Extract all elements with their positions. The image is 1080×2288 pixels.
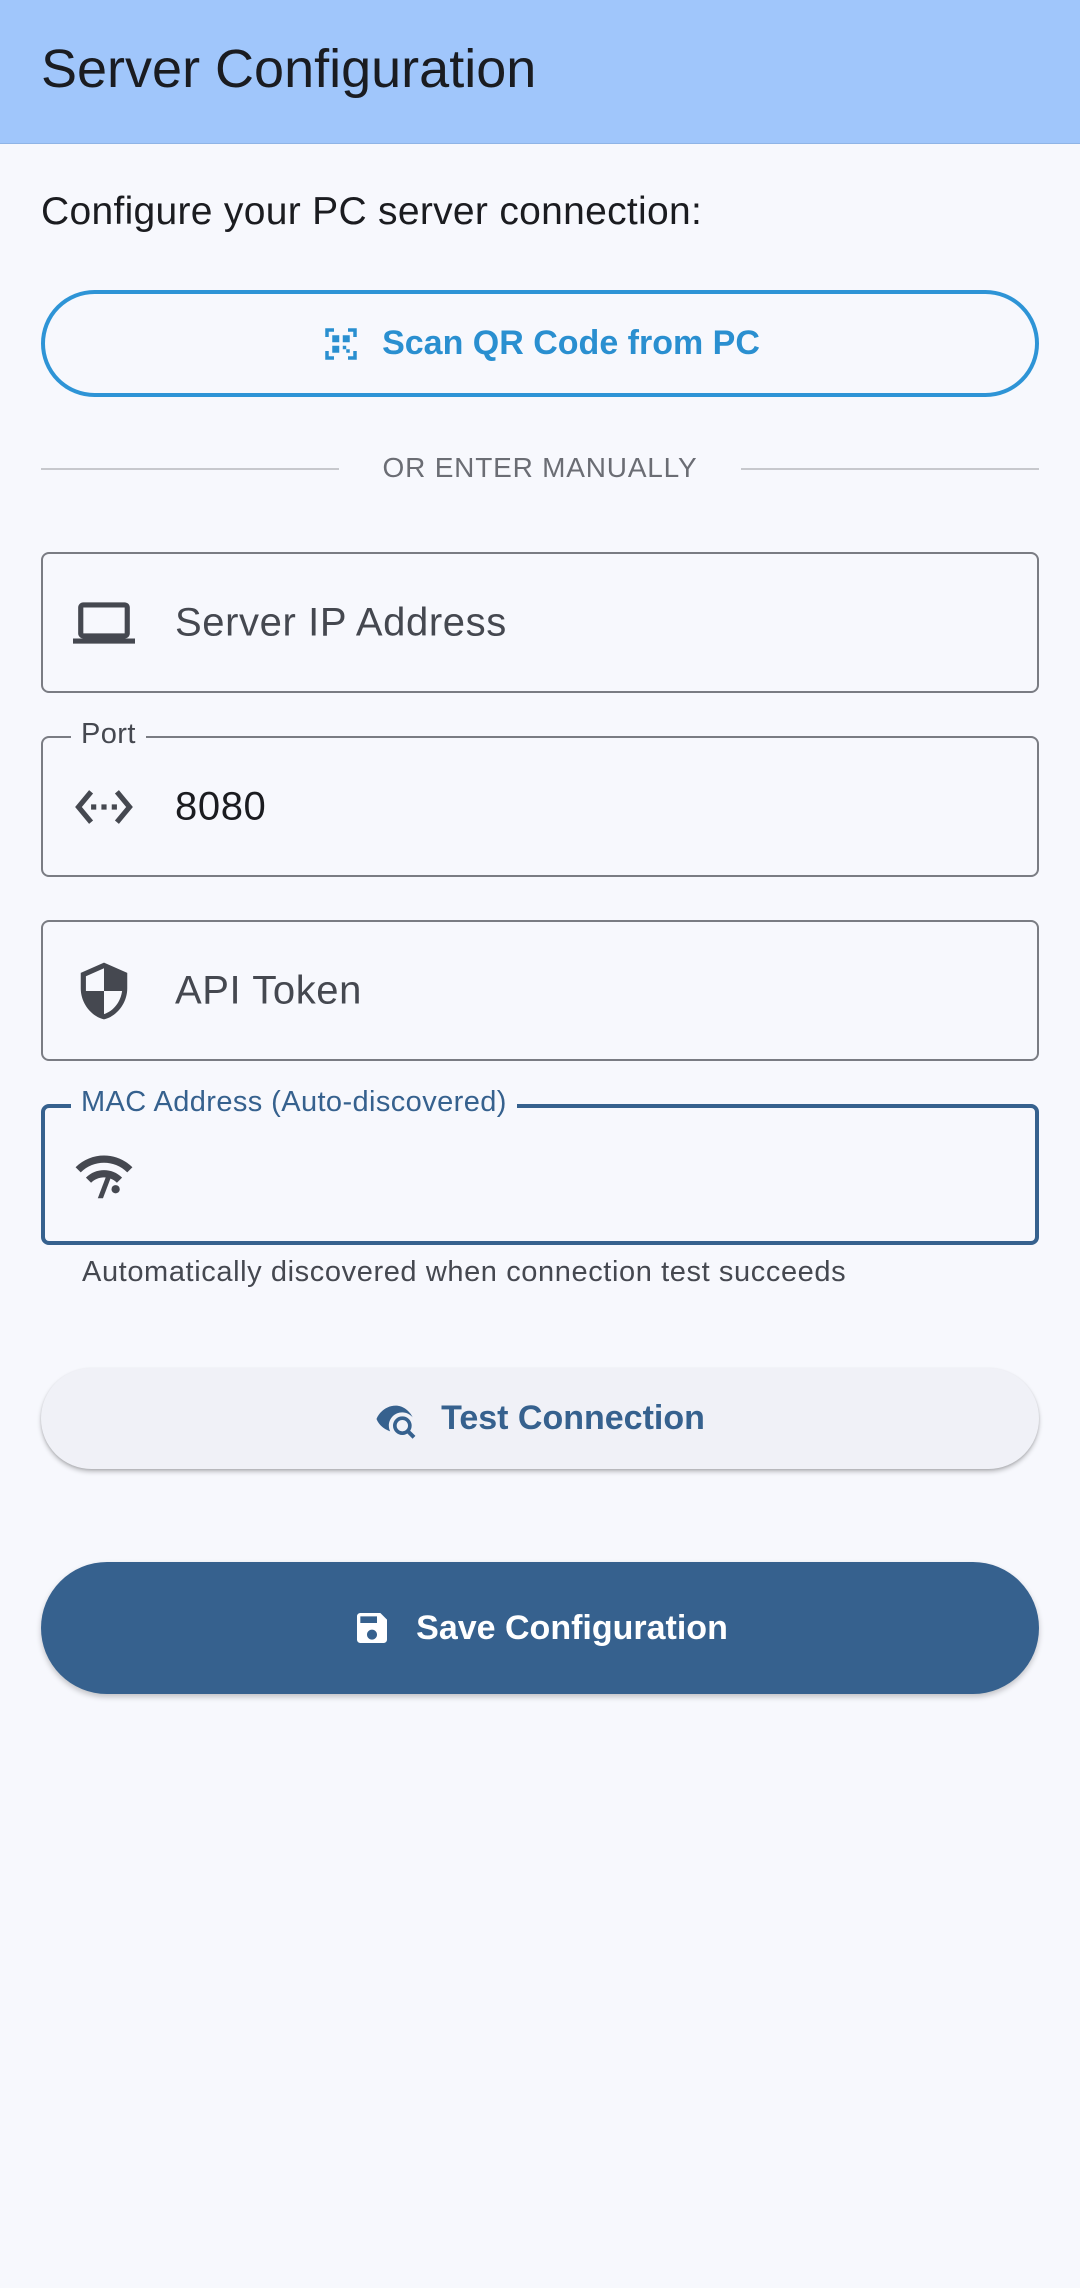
manual-entry-divider: OR ENTER MANUALLY (41, 448, 1039, 488)
laptop-icon (73, 592, 135, 654)
server-ip-field[interactable]: Server IP Address (41, 552, 1039, 693)
test-connection-button[interactable]: Test Connection (41, 1368, 1039, 1469)
save-configuration-label: Save Configuration (416, 1608, 728, 1647)
app-bar: Server Configuration (0, 0, 1080, 144)
scan-qr-button[interactable]: Scan QR Code from PC (41, 290, 1039, 397)
mac-address-helper: Automatically discovered when connection… (82, 1256, 847, 1288)
mac-address-field[interactable]: MAC Address (Auto-discovered) (41, 1086, 1039, 1245)
save-configuration-button[interactable]: Save Configuration (41, 1562, 1039, 1694)
port-label: Port (71, 718, 146, 751)
page-title: Server Configuration (41, 39, 537, 99)
wifi-find-icon (73, 1144, 135, 1206)
shield-icon (73, 960, 135, 1022)
mac-address-label: MAC Address (Auto-discovered) (71, 1086, 517, 1119)
qr-code-scanner-icon (320, 323, 362, 365)
form-subtitle: Configure your PC server connection: (41, 190, 703, 233)
api-token-field[interactable]: API Token (41, 920, 1039, 1061)
server-ip-placeholder: Server IP Address (175, 600, 507, 644)
divider-text: OR ENTER MANUALLY (382, 452, 698, 483)
port-field[interactable]: Port 8080 (41, 718, 1039, 877)
api-token-placeholder: API Token (175, 968, 363, 1012)
eye-search-icon (375, 1399, 423, 1439)
save-icon (352, 1608, 392, 1648)
settings-ethernet-icon (73, 776, 135, 838)
port-value: 8080 (175, 784, 267, 828)
scan-qr-label: Scan QR Code from PC (382, 324, 760, 362)
test-connection-label: Test Connection (441, 1399, 705, 1437)
